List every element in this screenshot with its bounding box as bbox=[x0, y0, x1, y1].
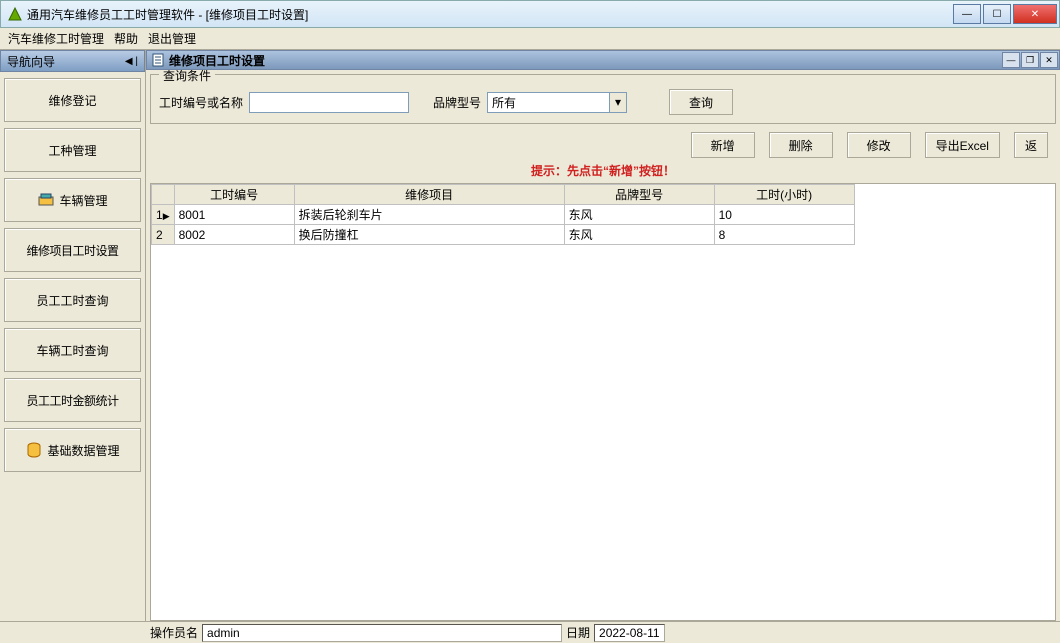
cell-code[interactable]: 8001 bbox=[174, 205, 294, 225]
child-title-bar: 维修项目工时设置 — ❐ ✕ bbox=[146, 50, 1060, 70]
cell-project[interactable]: 拆装后轮刹车片 bbox=[294, 205, 564, 225]
row-indicator: 2 bbox=[152, 225, 175, 245]
brand-combo-value: 所有 bbox=[488, 94, 609, 111]
grid-header-row: 工时编号 维修项目 品牌型号 工时(小时) bbox=[152, 185, 855, 205]
nav-btn-project-hours[interactable]: 维修项目工时设置 bbox=[4, 228, 141, 272]
date-value: 2022-08-11 bbox=[594, 624, 665, 642]
rowhdr-col bbox=[152, 185, 175, 205]
brand-label: 品牌型号 bbox=[433, 94, 481, 111]
action-row: 新增 删除 修改 导出Excel 返 bbox=[150, 128, 1056, 160]
return-button[interactable]: 返 bbox=[1014, 132, 1048, 158]
nav-collapse-icon[interactable]: ◀ | bbox=[125, 56, 138, 67]
nav-btn-vehicle-hours[interactable]: 车辆工时查询 bbox=[4, 328, 141, 372]
vehicle-icon bbox=[37, 191, 55, 209]
menu-bar: 汽车维修工时管理 帮助 退出管理 bbox=[0, 28, 1060, 50]
cell-code[interactable]: 8002 bbox=[174, 225, 294, 245]
window-controls: — ☐ ✕ bbox=[953, 4, 1059, 24]
field-code-input[interactable] bbox=[249, 92, 409, 113]
menu-item-help[interactable]: 帮助 bbox=[114, 30, 138, 47]
nav-btn-emp-amount[interactable]: 员工工时金额统计 bbox=[4, 378, 141, 422]
delete-button[interactable]: 删除 bbox=[769, 132, 833, 158]
nav-header-label: 导航向导 bbox=[7, 53, 55, 70]
operator-value: admin bbox=[202, 624, 562, 642]
nav-btn-emp-hours[interactable]: 员工工时查询 bbox=[4, 278, 141, 322]
data-grid[interactable]: 工时编号 维修项目 品牌型号 工时(小时) 1▶ 8001 拆装后轮刹车片 东风 bbox=[150, 183, 1056, 621]
chevron-down-icon[interactable]: ▾ bbox=[609, 93, 626, 112]
nav-sidebar: 导航向导 ◀ | 维修登记 工种管理 车辆管理 维修项目工时设置 员工工时查询 … bbox=[0, 50, 146, 621]
col-hours[interactable]: 工时(小时) bbox=[714, 185, 854, 205]
operator-label: 操作员名 bbox=[150, 624, 198, 641]
window-title: 通用汽车维修员工工时管理软件 - [维修项目工时设置] bbox=[27, 6, 308, 23]
field-code-label: 工时编号或名称 bbox=[159, 94, 243, 111]
database-icon bbox=[25, 441, 43, 459]
close-button[interactable]: ✕ bbox=[1013, 4, 1057, 24]
child-minimize-button[interactable]: — bbox=[1002, 52, 1020, 68]
add-button[interactable]: 新增 bbox=[691, 132, 755, 158]
col-code[interactable]: 工时编号 bbox=[174, 185, 294, 205]
table-row[interactable]: 2 8002 换后防撞杠 东风 8 bbox=[152, 225, 855, 245]
app-icon bbox=[7, 6, 23, 22]
cell-hours[interactable]: 8 bbox=[714, 225, 854, 245]
cell-project[interactable]: 换后防撞杠 bbox=[294, 225, 564, 245]
outer-title-bar: 通用汽车维修员工工时管理软件 - [维修项目工时设置] — ☐ ✕ bbox=[0, 0, 1060, 28]
query-legend: 查询条件 bbox=[159, 70, 215, 84]
maximize-button[interactable]: ☐ bbox=[983, 4, 1011, 24]
menu-item-exit[interactable]: 退出管理 bbox=[148, 30, 196, 47]
cell-brand[interactable]: 东风 bbox=[564, 205, 714, 225]
search-button[interactable]: 查询 bbox=[669, 89, 733, 115]
nav-btn-vehicle[interactable]: 车辆管理 bbox=[4, 178, 141, 222]
table-row[interactable]: 1▶ 8001 拆装后轮刹车片 东风 10 bbox=[152, 205, 855, 225]
query-groupbox: 查询条件 工时编号或名称 品牌型号 所有 ▾ 查询 bbox=[150, 74, 1056, 124]
nav-btn-basedata[interactable]: 基础数据管理 bbox=[4, 428, 141, 472]
child-doc-icon bbox=[151, 53, 165, 67]
hint-text: 提示：先点击“新增”按钮！ bbox=[150, 160, 1056, 183]
child-window: 维修项目工时设置 — ❐ ✕ 查询条件 工时编号或名称 品牌型号 所有 ▾ bbox=[146, 50, 1060, 621]
col-project[interactable]: 维修项目 bbox=[294, 185, 564, 205]
minimize-button[interactable]: — bbox=[953, 4, 981, 24]
date-label: 日期 bbox=[566, 624, 590, 641]
child-close-button[interactable]: ✕ bbox=[1040, 52, 1058, 68]
cell-brand[interactable]: 东风 bbox=[564, 225, 714, 245]
menu-item-main[interactable]: 汽车维修工时管理 bbox=[8, 30, 104, 47]
cell-hours[interactable]: 10 bbox=[714, 205, 854, 225]
export-button[interactable]: 导出Excel bbox=[925, 132, 1000, 158]
row-indicator: 1▶ bbox=[152, 205, 175, 225]
nav-btn-worktype[interactable]: 工种管理 bbox=[4, 128, 141, 172]
edit-button[interactable]: 修改 bbox=[847, 132, 911, 158]
child-title-text: 维修项目工时设置 bbox=[169, 52, 265, 69]
col-brand[interactable]: 品牌型号 bbox=[564, 185, 714, 205]
brand-combo[interactable]: 所有 ▾ bbox=[487, 92, 627, 113]
nav-header: 导航向导 ◀ | bbox=[0, 50, 145, 72]
nav-btn-register[interactable]: 维修登记 bbox=[4, 78, 141, 122]
status-bar: 操作员名 admin 日期 2022-08-11 bbox=[0, 621, 1060, 643]
child-restore-button[interactable]: ❐ bbox=[1021, 52, 1039, 68]
